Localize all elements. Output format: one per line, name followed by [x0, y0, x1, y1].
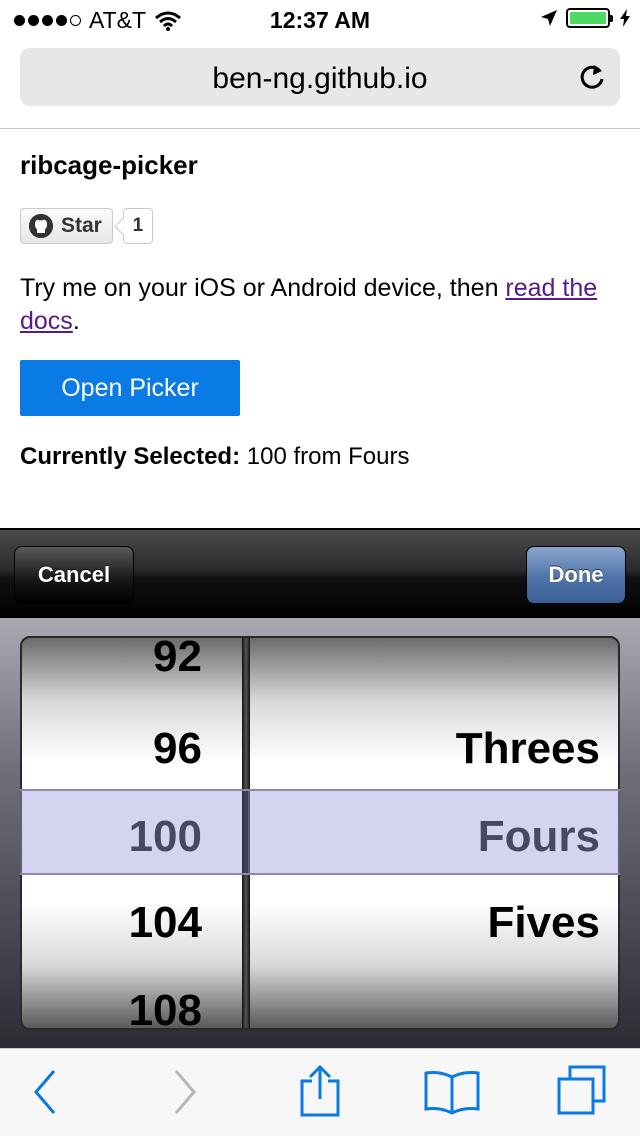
picker-toolbar: Cancel Done — [0, 528, 640, 618]
selected-value: 100 from Fours — [246, 443, 410, 470]
page-content: ribcage-picker Star 1 Try me on your iOS… — [20, 150, 620, 470]
wheel-row-group[interactable]: Threes — [456, 724, 600, 774]
description-text: Try me on your iOS or Android device, th… — [20, 274, 506, 302]
address-bar[interactable]: ben-ng.github.io — [20, 48, 620, 106]
cancel-button[interactable]: Cancel — [14, 546, 134, 604]
wheel-row-number[interactable]: 108 — [129, 986, 202, 1028]
github-star-button[interactable]: Star — [20, 208, 113, 244]
back-icon[interactable] — [30, 1067, 60, 1117]
url-text[interactable]: ben-ng.github.io — [20, 62, 620, 96]
description-end: . — [72, 307, 80, 335]
address-bar-divider — [0, 128, 640, 129]
wheel-row-number[interactable]: 96 — [153, 724, 202, 774]
charging-bolt-icon — [620, 9, 630, 27]
github-star-widget: Star 1 — [20, 208, 153, 244]
description: Try me on your iOS or Android device, th… — [20, 272, 620, 338]
location-arrow-icon — [541, 10, 557, 26]
bookmarks-icon[interactable] — [424, 1069, 480, 1115]
wheel-row-group[interactable]: Fives — [487, 898, 600, 948]
status-right — [540, 8, 630, 28]
reload-icon[interactable] — [578, 62, 606, 92]
tabs-icon[interactable] — [556, 1065, 608, 1117]
forward-icon[interactable] — [170, 1067, 200, 1117]
wheel-row-number[interactable]: 104 — [129, 898, 202, 948]
github-octocat-icon — [29, 214, 53, 238]
picker-sheet: Cancel Done 92 96 100 104 108 Threes Fou… — [0, 528, 640, 1048]
battery-icon — [566, 8, 613, 28]
star-label: Star — [61, 214, 102, 237]
done-button[interactable]: Done — [526, 546, 626, 604]
star-count[interactable]: 1 — [122, 208, 153, 244]
share-icon[interactable] — [298, 1063, 342, 1119]
wheel-row-number[interactable]: 92 — [153, 638, 202, 682]
page-title: ribcage-picker — [20, 150, 198, 180]
selected-label: Currently Selected: — [20, 443, 241, 470]
status-bar: AT&T 12:37 AM — [0, 0, 640, 40]
selection-indicator — [20, 789, 620, 875]
selection-status: Currently Selected: 100 from Fours — [20, 443, 409, 471]
browser-toolbar — [0, 1048, 640, 1136]
open-picker-button[interactable]: Open Picker — [20, 360, 240, 416]
